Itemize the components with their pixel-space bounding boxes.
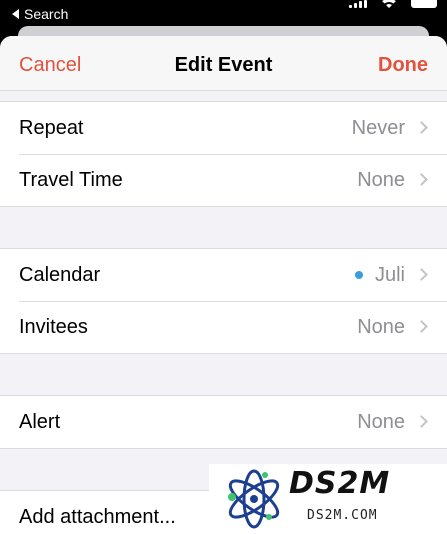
invitees-value: None [357,315,405,338]
calendar-name: Juli [374,263,405,286]
add-attachment-label: Add attachment... [19,505,176,528]
calendar-row[interactable]: Calendar Juli [0,249,447,301]
done-button[interactable]: Done [378,53,428,77]
repeat-value: Never [351,116,405,139]
back-to-search-button[interactable]: Search [12,6,68,22]
travel-time-label: Travel Time [19,168,123,191]
travel-time-value: None [357,168,405,191]
watermark-domain: DS2M.COM [307,508,378,523]
alert-label: Alert [19,410,61,433]
status-icons [349,0,437,8]
travel-time-row[interactable]: Travel Time None [0,154,447,206]
invitees-label: Invitees [19,315,88,338]
chevron-right-icon [415,320,428,333]
alert-group: Alert None [0,395,447,449]
watermark: DS2M DS2M.COM [209,464,447,534]
calendar-label: Calendar [19,263,101,286]
invitees-row[interactable]: Invitees None [0,301,447,353]
calendar-color-dot [354,271,363,279]
repeat-row[interactable]: Repeat Never [0,102,447,154]
wifi-icon [382,0,396,8]
atom-logo-icon [228,469,280,529]
alert-value: None [357,410,405,433]
alert-row[interactable]: Alert None [0,396,447,448]
repeat-label: Repeat [19,116,84,139]
back-triangle-icon [12,9,19,19]
repeat-group: Repeat Never Travel Time None [0,101,447,207]
chevron-right-icon [415,173,428,186]
chevron-right-icon [415,415,428,428]
calendar-value: Juli [354,249,405,301]
watermark-brand: DS2M [289,466,391,501]
back-to-search-label: Search [24,6,69,22]
cellular-signal-icon [349,0,367,8]
chevron-right-icon [415,121,428,134]
battery-icon [411,0,437,8]
chevron-right-icon [415,268,428,281]
edit-event-sheet: Cancel Edit Event Done Repeat Never Trav… [0,36,447,534]
calendar-group: Calendar Juli Invitees None [0,248,447,354]
nav-bar: Cancel Edit Event Done [0,36,447,91]
